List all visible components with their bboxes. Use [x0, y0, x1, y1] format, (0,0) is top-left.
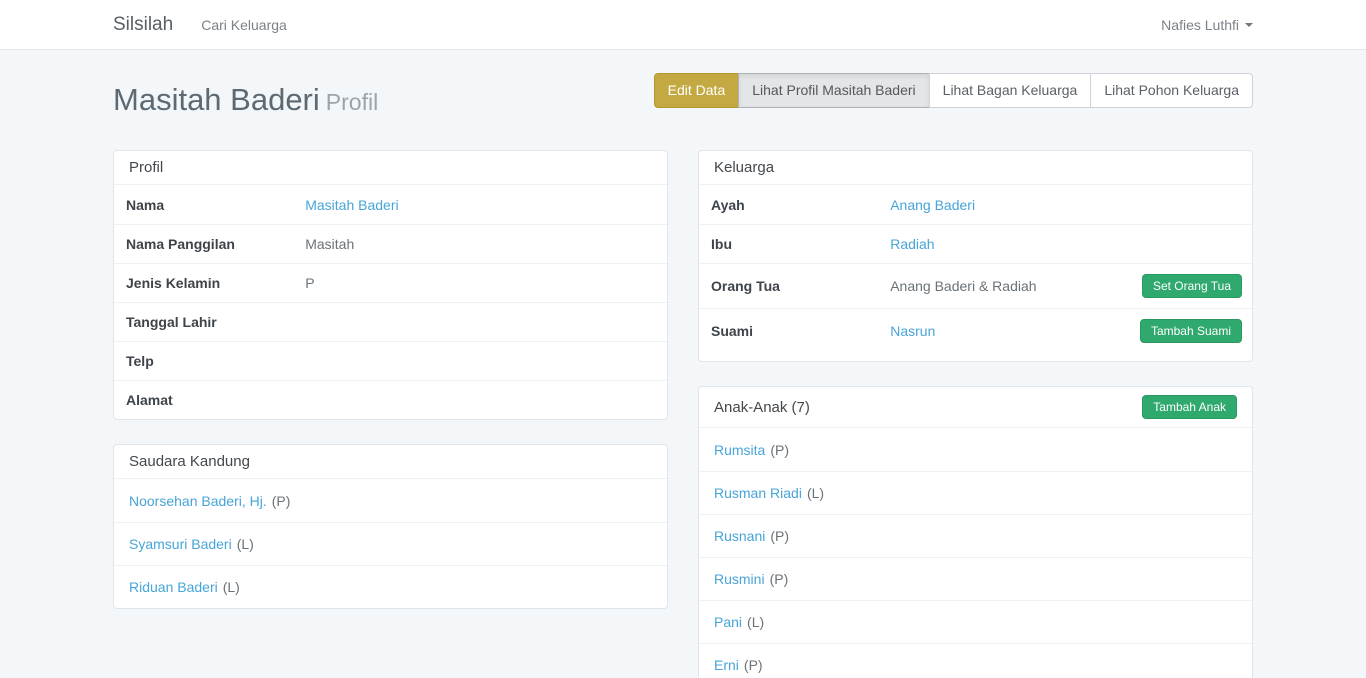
profil-panel-title: Profil: [129, 159, 163, 176]
person-link[interactable]: Rusmini: [714, 571, 765, 587]
brand-silsilah[interactable]: Silsilah: [113, 14, 173, 36]
row-label: Ibu: [709, 236, 890, 252]
person-link[interactable]: Anang Baderi: [890, 197, 975, 213]
gender-label: (L): [237, 536, 254, 552]
row-value: Anang Baderi & Radiah: [890, 278, 1036, 294]
edit-data-button[interactable]: Edit Data: [654, 73, 740, 108]
gender-label: (L): [223, 579, 240, 595]
list-item-pani: Pani (L): [699, 600, 1252, 643]
profil-rows: NamaMasitah BaderiNama PanggilanMasitahJ…: [114, 185, 667, 419]
table-row-ayah: AyahAnang Baderi: [699, 185, 1252, 224]
row-label: Orang Tua: [709, 278, 890, 294]
page-header: Masitah BaderiProfil Edit Data Lihat Pro…: [113, 73, 1253, 124]
gender-label: (L): [747, 614, 764, 630]
gender-label: (P): [770, 571, 789, 587]
table-row-nama-panggilan: Nama PanggilanMasitah: [114, 224, 667, 263]
saudara-kandung-list: Noorsehan Baderi, Hj. (P) Syamsuri Baderi (…: [114, 479, 667, 608]
nav-link-cari-keluarga[interactable]: Cari Keluarga: [201, 17, 287, 33]
row-label: Jenis Kelamin: [124, 275, 305, 291]
row-label: Ayah: [709, 197, 890, 213]
person-link[interactable]: Noorsehan Baderi, Hj.: [129, 493, 267, 509]
profil-panel-heading: Profil: [114, 151, 667, 185]
gender-label: (L): [807, 485, 824, 501]
right-column: Keluarga AyahAnang BaderiIbuRadiahOrang …: [683, 150, 1268, 678]
table-row-orang-tua: Orang TuaAnang Baderi & Radiah Set Orang …: [699, 263, 1252, 308]
profil-panel: Profil NamaMasitah BaderiNama PanggilanM…: [113, 150, 668, 420]
person-name-heading: Masitah Baderi: [113, 82, 320, 117]
page-title: Masitah BaderiProfil: [113, 78, 378, 124]
row-label: Nama Panggilan: [124, 236, 305, 252]
list-item-riduan-baderi: Riduan Baderi (L): [114, 565, 667, 608]
row-label: Telp: [124, 353, 305, 369]
gender-label: (P): [770, 442, 789, 458]
anak-anak-panel-heading: Anak-Anak (7) Tambah Anak: [699, 387, 1252, 428]
main-content: Masitah BaderiProfil Edit Data Lihat Pro…: [98, 73, 1268, 678]
tambah-suami-button[interactable]: Tambah Suami: [1140, 319, 1242, 343]
anak-anak-panel-title: Anak-Anak (7): [714, 399, 810, 416]
user-menu-label: Nafies Luthfi: [1161, 17, 1239, 33]
keluarga-panel-heading: Keluarga: [699, 151, 1252, 185]
anak-anak-panel: Anak-Anak (7) Tambah Anak Rumsita(P)Rusm…: [698, 386, 1253, 678]
list-item-syamsuri-baderi: Syamsuri Baderi (L): [114, 522, 667, 565]
person-link[interactable]: Erni: [714, 657, 739, 673]
list-item-noorsehan-baderi-hj: Noorsehan Baderi, Hj. (P): [114, 479, 667, 522]
lihat-profil-button[interactable]: Lihat Profil Masitah Baderi: [738, 73, 929, 108]
person-link[interactable]: Syamsuri Baderi: [129, 536, 232, 552]
lihat-bagan-keluarga-button[interactable]: Lihat Bagan Keluarga: [929, 73, 1092, 108]
list-item-erni: Erni (P): [699, 643, 1252, 678]
person-link[interactable]: Rumsita: [714, 442, 765, 458]
navbar: Silsilah Cari Keluarga Nafies Luthfi: [0, 0, 1366, 50]
table-row-jenis-kelamin: Jenis KelaminP: [114, 263, 667, 302]
anak-anak-list: Rumsita(P)Rusman Riadi(L)Rusnani(P)Rusmi…: [699, 428, 1252, 678]
left-column: Profil NamaMasitah BaderiNama PanggilanM…: [98, 150, 683, 678]
person-link[interactable]: Pani: [714, 614, 742, 630]
row-value: Masitah: [305, 236, 354, 252]
set-orang-tua-button[interactable]: Set Orang Tua: [1142, 274, 1242, 298]
person-link[interactable]: Rusnani: [714, 528, 765, 544]
row-value: P: [305, 275, 314, 291]
keluarga-rows: AyahAnang BaderiIbuRadiahOrang TuaAnang …: [699, 185, 1252, 353]
page-subtitle: Profil: [326, 89, 378, 115]
person-link[interactable]: Rusman Riadi: [714, 485, 802, 501]
row-label: Suami: [709, 323, 890, 339]
tambah-anak-button[interactable]: Tambah Anak: [1142, 395, 1237, 419]
table-row-telp: Telp: [114, 341, 667, 380]
table-row-tanggal-lahir: Tanggal Lahir: [114, 302, 667, 341]
list-item-rusmini: Rusmini (P): [699, 557, 1252, 600]
person-link[interactable]: Riduan Baderi: [129, 579, 218, 595]
gender-label: (P): [272, 493, 291, 509]
saudara-kandung-panel: Saudara Kandung Noorsehan Baderi, Hj. (P)…: [113, 444, 668, 609]
list-item-rusman-riadi: Rusman Riadi (L): [699, 471, 1252, 514]
person-link[interactable]: Masitah Baderi: [305, 197, 398, 213]
list-item-rumsita: Rumsita (P): [699, 428, 1252, 471]
caret-down-icon: [1245, 23, 1253, 27]
row-label: Tanggal Lahir: [124, 314, 305, 330]
list-item-rusnani: Rusnani (P): [699, 514, 1252, 557]
saudara-kandung-panel-title: Saudara Kandung: [129, 453, 250, 470]
user-menu-dropdown[interactable]: Nafies Luthfi: [1161, 17, 1253, 33]
gender-label: (P): [744, 657, 763, 673]
person-link[interactable]: Nasrun: [890, 323, 935, 339]
table-row-suami: SuamiNasrun Tambah Suami: [699, 308, 1252, 353]
gender-label: (P): [770, 528, 789, 544]
saudara-kandung-panel-heading: Saudara Kandung: [114, 445, 667, 479]
keluarga-panel: Keluarga AyahAnang BaderiIbuRadiahOrang …: [698, 150, 1253, 362]
table-row-ibu: IbuRadiah: [699, 224, 1252, 263]
lihat-pohon-keluarga-button[interactable]: Lihat Pohon Keluarga: [1090, 73, 1253, 108]
person-link[interactable]: Radiah: [890, 236, 934, 252]
profile-action-button-group: Edit Data Lihat Profil Masitah Baderi Li…: [654, 73, 1253, 108]
row-label: Nama: [124, 197, 305, 213]
table-row-alamat: Alamat: [114, 380, 667, 419]
row-label: Alamat: [124, 392, 305, 408]
table-row-nama: NamaMasitah Baderi: [114, 185, 667, 224]
keluarga-panel-title: Keluarga: [714, 159, 774, 176]
